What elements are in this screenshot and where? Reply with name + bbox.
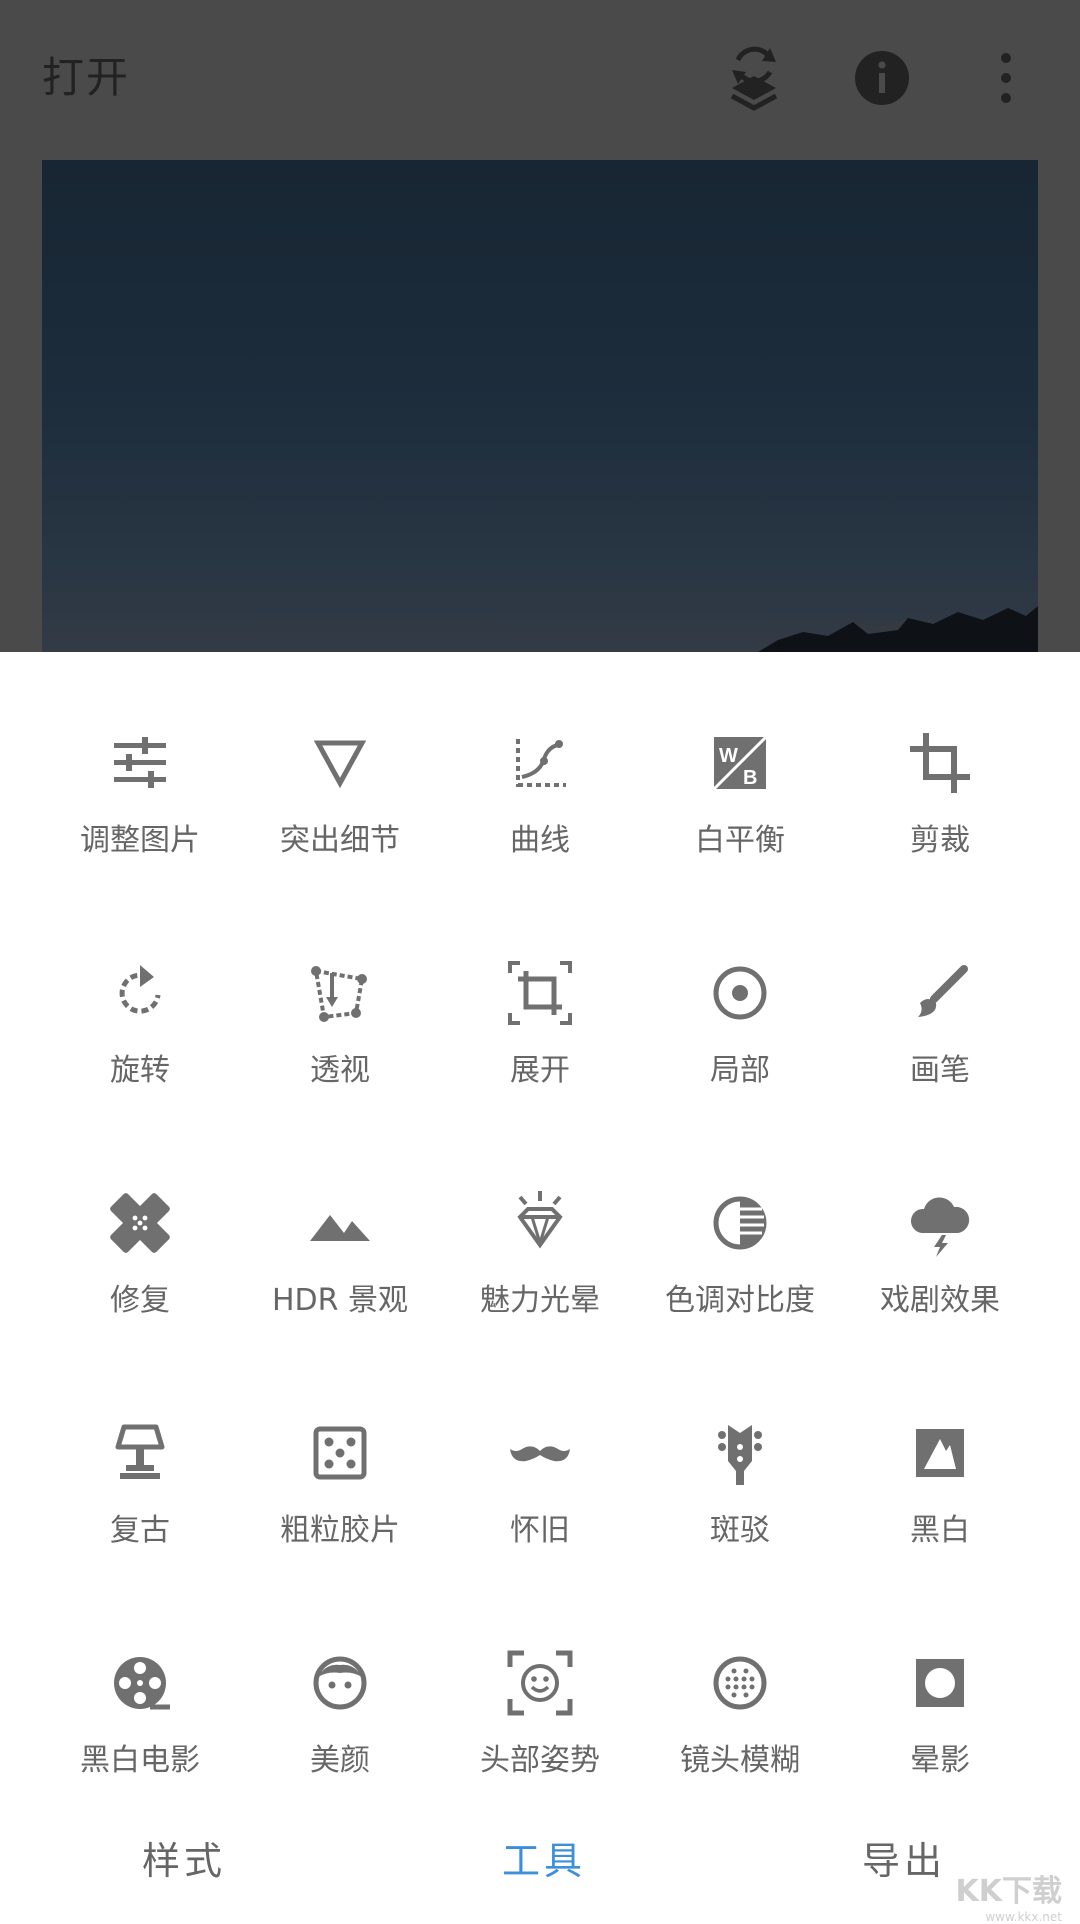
tool-label: 头部姿势	[480, 1743, 600, 1778]
lamp-icon	[115, 1424, 165, 1479]
photo-preview	[42, 160, 1038, 652]
vignette-icon	[916, 1659, 964, 1707]
tool-label: 魅力光晕	[480, 1283, 600, 1318]
tool-label: 镜头模糊	[680, 1743, 800, 1778]
tool-vintage[interactable]: 复古	[40, 1417, 240, 1587]
tool-label: 剪裁	[910, 823, 970, 858]
tools-sheet: 调整图片 突出细节 曲线 W B 白平衡 剪裁 旋转 透视 展开 局部 画笔 修…	[0, 652, 1080, 1920]
tool-label: 展开	[510, 1053, 570, 1088]
tool-label: 画笔	[910, 1053, 970, 1088]
watermark: KK下载 www.kkx.net	[952, 1866, 1063, 1924]
tool-curves[interactable]: 曲线	[440, 727, 640, 897]
tool-label: 斑驳	[710, 1513, 770, 1548]
tune-sliders-icon	[114, 737, 166, 788]
tool-glamour-glow[interactable]: 魅力光晕	[440, 1187, 640, 1357]
tool-details[interactable]: 突出细节	[240, 727, 440, 897]
storm-cloud-icon	[910, 1197, 970, 1257]
tool-vignette[interactable]: 晕影	[840, 1647, 1040, 1817]
tool-hdr-scape[interactable]: HDR 景观	[240, 1187, 440, 1357]
tool-drama[interactable]: 戏剧效果	[840, 1187, 1040, 1357]
tool-white-balance[interactable]: W B 白平衡	[640, 727, 840, 897]
tonal-contrast-icon	[713, 1196, 767, 1250]
tool-label: 局部	[710, 1053, 770, 1088]
tool-grainy-film[interactable]: 粗粒胶片	[240, 1417, 440, 1587]
tool-portrait[interactable]: 美颜	[240, 1647, 440, 1817]
tool-lens-blur[interactable]: 镜头模糊	[640, 1647, 840, 1817]
guitar-head-icon	[718, 1425, 762, 1485]
tool-label: 调整图片	[80, 823, 200, 858]
tool-selective[interactable]: 局部	[640, 957, 840, 1127]
tool-label: 突出细节	[280, 823, 400, 858]
more-vertical-icon[interactable]	[970, 42, 1042, 114]
crop-icon	[910, 733, 970, 793]
info-icon[interactable]	[846, 42, 918, 114]
tool-tonal-contrast[interactable]: 色调对比度	[640, 1187, 840, 1357]
face-icon	[313, 1656, 367, 1710]
tool-head-pose[interactable]: 头部姿势	[440, 1647, 640, 1817]
watermark-url: www.kkx.net	[985, 1910, 1062, 1924]
svg-text:B: B	[743, 767, 757, 789]
photo-preview-area	[0, 160, 1080, 652]
open-button[interactable]: 打开	[42, 44, 130, 105]
tool-label: 白平衡	[695, 823, 785, 858]
tool-label: HDR 景观	[271, 1283, 409, 1318]
tab-export[interactable]: 导出	[862, 1830, 946, 1885]
tool-label: 复古	[110, 1513, 170, 1548]
tool-retrolux[interactable]: 怀旧	[440, 1417, 640, 1587]
tool-perspective[interactable]: 透视	[240, 957, 440, 1127]
tool-grunge[interactable]: 斑驳	[640, 1417, 840, 1587]
watermark-logo: KK下载	[955, 1874, 1063, 1909]
black-white-icon	[916, 1429, 964, 1477]
rotate-icon	[119, 965, 161, 1014]
mountain-silhouette	[758, 606, 1038, 652]
expand-icon	[508, 961, 572, 1025]
top-bar: 打开	[0, 0, 1080, 160]
bottom-nav: 样式 工具 导出	[0, 1810, 1080, 1900]
tool-noir[interactable]: 黑白电影	[40, 1647, 240, 1817]
face-frame-icon	[507, 1650, 573, 1716]
mountains-icon	[310, 1215, 370, 1241]
tool-label: 晕影	[910, 1743, 970, 1778]
tool-brush[interactable]: 画笔	[840, 957, 1040, 1127]
layers-rotate-icon[interactable]	[718, 42, 790, 114]
tool-expand[interactable]: 展开	[440, 957, 640, 1127]
tool-label: 色调对比度	[665, 1283, 815, 1318]
selective-icon	[713, 966, 767, 1020]
tab-tools[interactable]: 工具	[502, 1830, 586, 1885]
tool-label: 曲线	[510, 823, 570, 858]
tool-label: 透视	[310, 1053, 370, 1088]
tool-label: 戏剧效果	[880, 1283, 1000, 1318]
diamond-glow-icon	[517, 1191, 563, 1249]
lens-blur-icon	[713, 1656, 767, 1710]
tool-rotate[interactable]: 旋转	[40, 957, 240, 1127]
grain-dice-icon	[313, 1426, 367, 1480]
film-reel-icon	[114, 1657, 170, 1710]
tool-healing[interactable]: 修复	[40, 1187, 240, 1357]
svg-text:W: W	[719, 745, 738, 767]
healing-bandage-icon	[110, 1193, 170, 1253]
tool-label: 粗粒胶片	[280, 1513, 400, 1548]
tool-label: 怀旧	[510, 1513, 570, 1548]
brush-icon	[918, 965, 968, 1017]
tool-label: 黑白	[910, 1513, 970, 1548]
tool-label: 黑白电影	[80, 1743, 200, 1778]
tool-tune-image[interactable]: 调整图片	[40, 727, 240, 897]
triangle-down-icon	[313, 740, 367, 789]
white-balance-icon: W B	[712, 735, 768, 791]
mustache-icon	[510, 1446, 570, 1462]
tab-styles[interactable]: 样式	[142, 1830, 226, 1885]
tool-label: 修复	[110, 1283, 170, 1318]
perspective-icon	[311, 966, 367, 1022]
tool-label: 旋转	[110, 1053, 170, 1088]
curves-icon	[516, 739, 566, 787]
tool-label: 美颜	[310, 1743, 370, 1778]
tool-crop[interactable]: 剪裁	[840, 727, 1040, 897]
tool-black-white[interactable]: 黑白	[840, 1417, 1040, 1587]
